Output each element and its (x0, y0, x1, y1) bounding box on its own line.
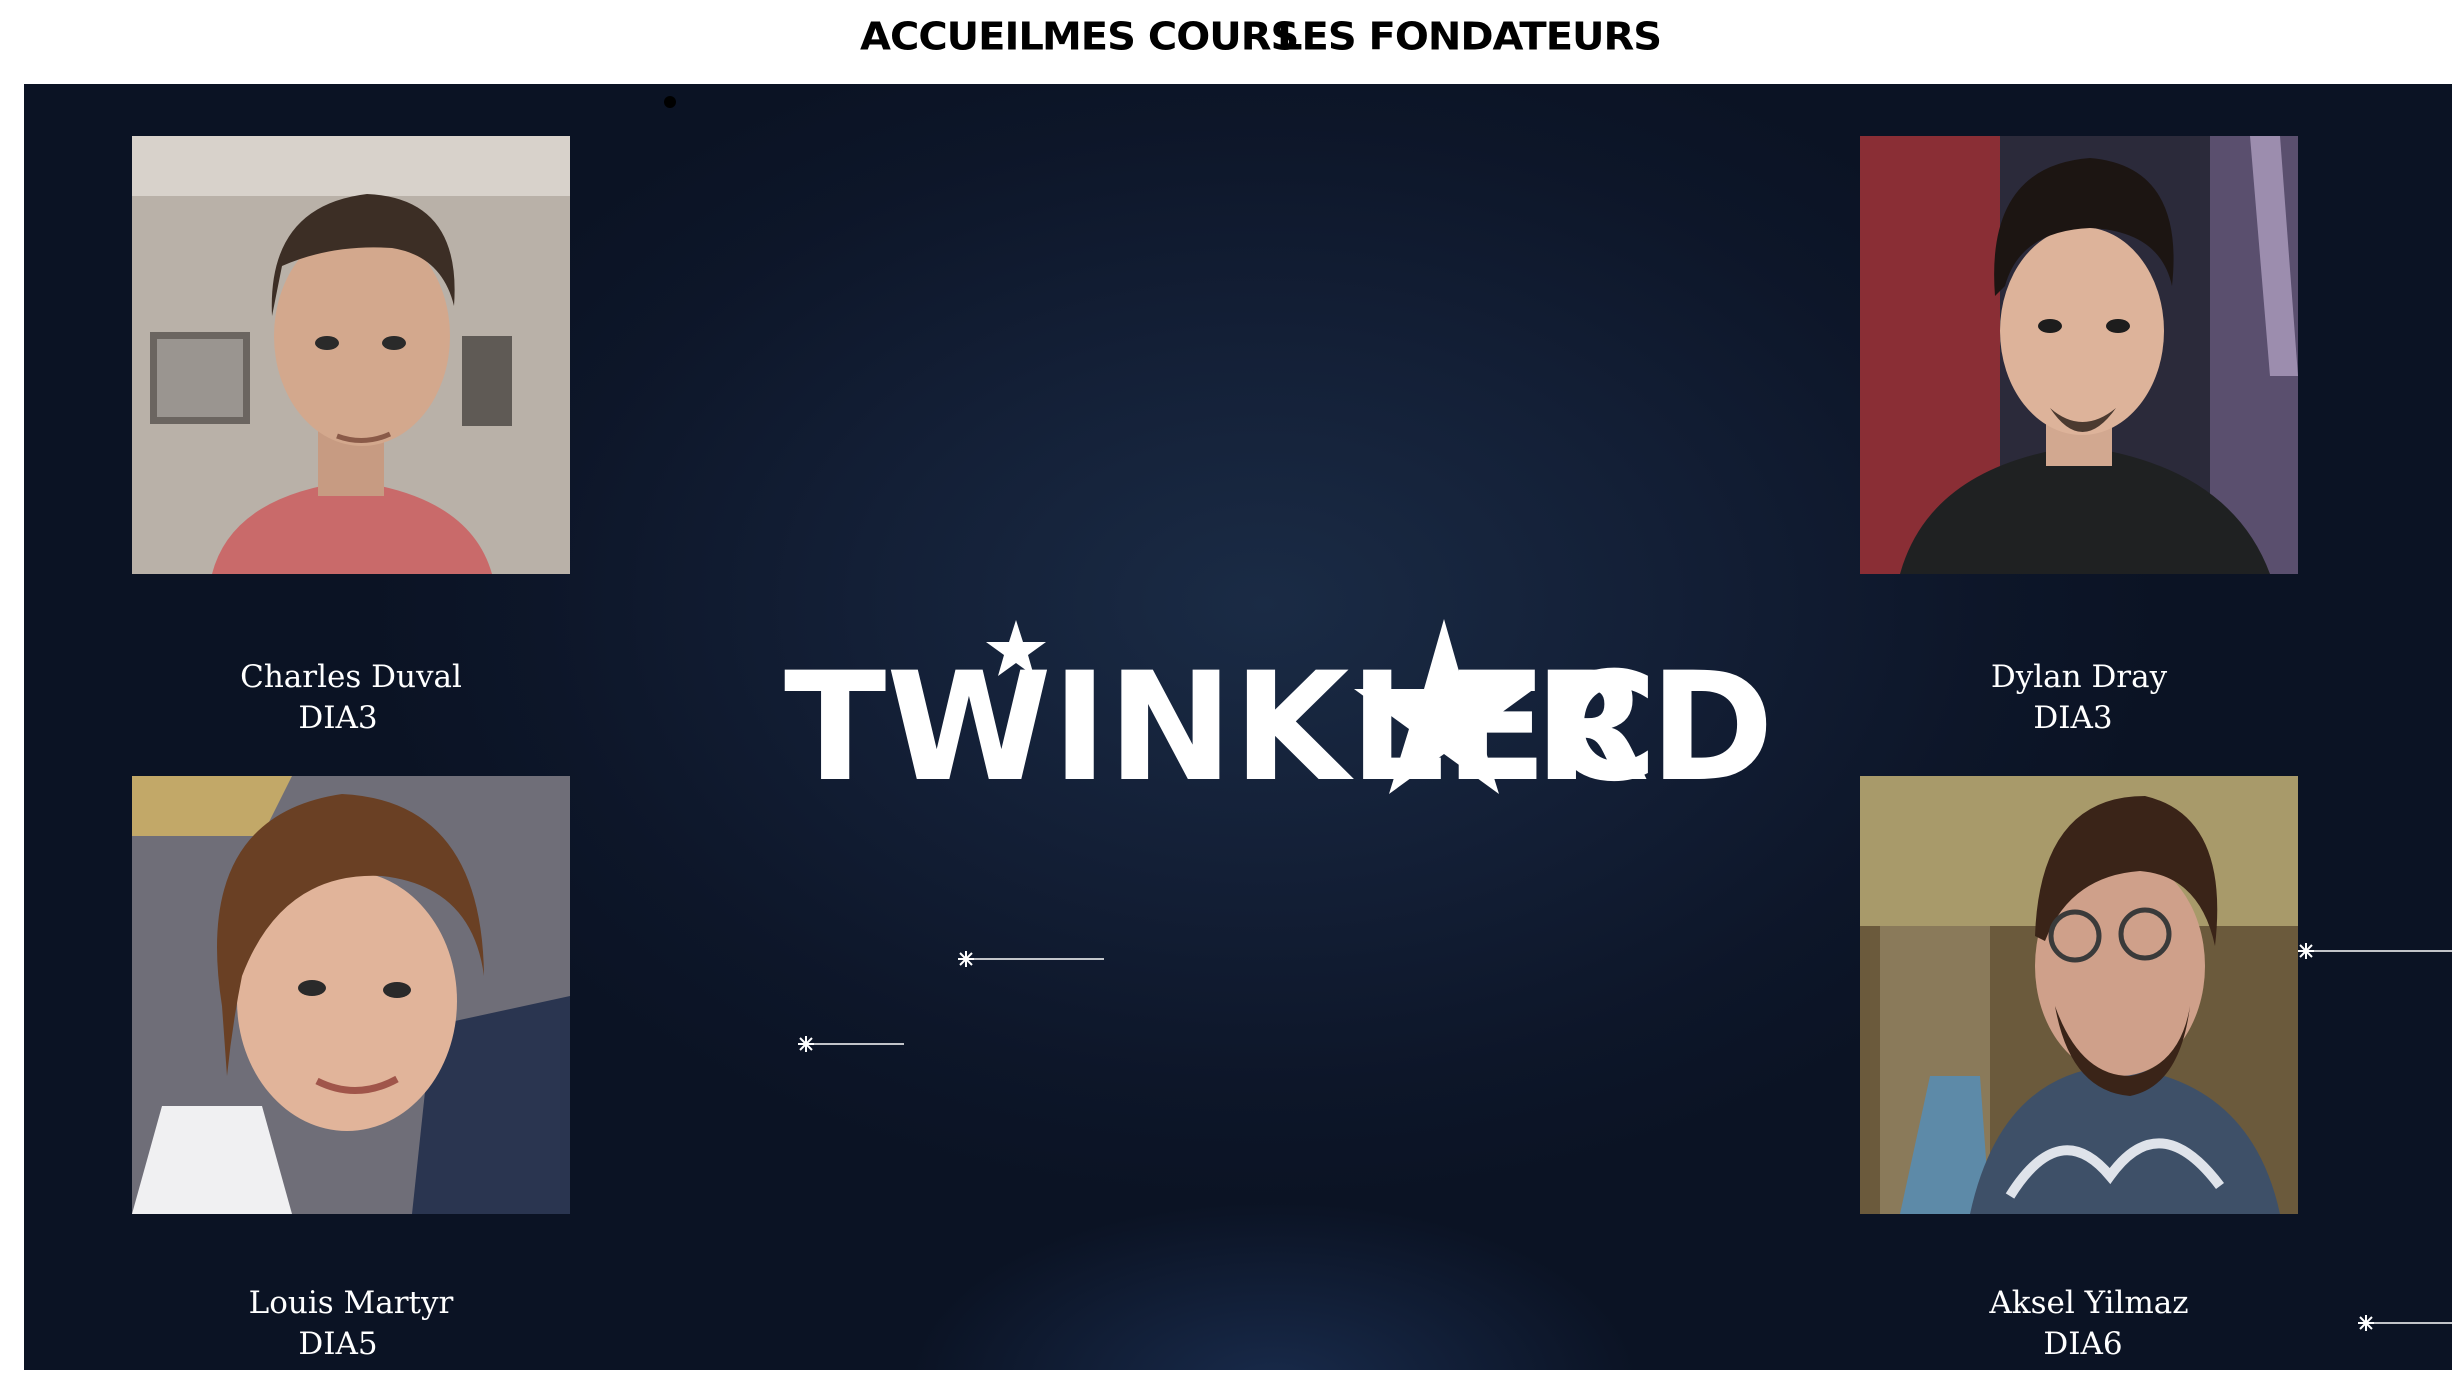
founder-photo-charles-duval (132, 136, 570, 574)
founder-class: DIA5 (298, 1326, 378, 1362)
founder-name: Charles Duval (240, 659, 462, 695)
founder-name: Dylan Dray (1990, 659, 2168, 695)
founder-name: Aksel Yilmaz (1989, 1285, 2189, 1321)
founder-photo-aksel-yilmaz (1860, 776, 2298, 1214)
founder-photo-louis-martyr (132, 776, 570, 1214)
shooting-star-icon (2358, 1315, 2452, 1331)
nav-link-accueil[interactable]: Accueil (860, 15, 1044, 59)
shooting-star-icon (958, 951, 1104, 967)
founder-photo-dylan-dray (1860, 136, 2298, 574)
founder-class: DIA3 (298, 700, 378, 736)
twinklecard-logo: TWINKLEC RD (764, 524, 1774, 824)
founder-class: DIA3 (2033, 700, 2113, 736)
top-navigation: Accueil Mes cours Les fondateurs (0, 0, 2456, 84)
logo-text-left: TWINKLEC (784, 641, 1658, 815)
founder-class: DIA6 (2043, 1326, 2123, 1362)
shooting-star-icon (2298, 943, 2452, 959)
nav-link-les-fondateurs[interactable]: Les fondateurs (1277, 15, 1662, 59)
cursor-dot (664, 96, 676, 108)
founder-name: Louis Martyr (248, 1285, 454, 1321)
shooting-star-icon (798, 1036, 904, 1052)
logo-text-right: RD (1534, 641, 1774, 815)
founders-section: Charles Duval DIA3 Dylan Dray DIA3 Louis… (24, 84, 2452, 1370)
nav-link-mes-cours[interactable]: Mes cours (1042, 15, 1299, 59)
